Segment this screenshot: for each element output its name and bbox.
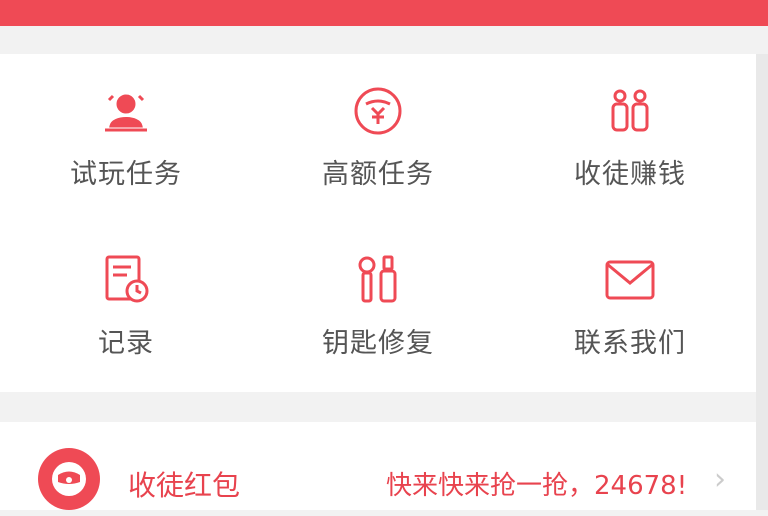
grid-item-label: 高额任务 [322,159,434,190]
grid-item-records[interactable]: 记录 [0,223,252,392]
grid-item-label: 收徒赚钱 [574,159,686,190]
red-packet-icon [36,446,102,512]
apprentice-redpacket-row[interactable]: 收徒红包 快来快来抢一抢，24678! › [0,422,756,510]
chevron-right-icon[interactable]: › [714,462,726,497]
redpacket-title: 收徒红包 [128,469,241,502]
money-coin-icon [351,84,405,138]
record-document-icon [99,253,153,307]
section-gap [0,26,768,54]
grid-item-apprentice-earn[interactable]: 收徒赚钱 [504,54,756,223]
grid-item-key-repair[interactable]: 钥匙修复 [252,223,504,392]
trial-player-icon [99,84,153,138]
grid-item-label: 试玩任务 [70,159,182,190]
people-icon [603,84,657,138]
redpacket-promo-text: 快来快来抢一抢，24678! [386,471,688,501]
grid-item-trial-tasks[interactable]: 试玩任务 [0,54,252,223]
grid-item-high-tasks[interactable]: 高额任务 [252,54,504,223]
scrollbar[interactable] [756,54,768,510]
grid-item-contact-us[interactable]: 联系我们 [504,223,756,392]
feature-grid: 试玩任务 高额任务 收徒赚钱 记录 钥匙修复 联系我们 [0,54,756,392]
grid-item-label: 记录 [98,328,154,359]
mail-icon [603,253,657,307]
grid-item-label: 钥匙修复 [322,328,434,359]
key-tools-icon [351,253,405,307]
section-gap [0,392,756,422]
top-header-bar [0,0,768,26]
grid-item-label: 联系我们 [574,328,686,359]
